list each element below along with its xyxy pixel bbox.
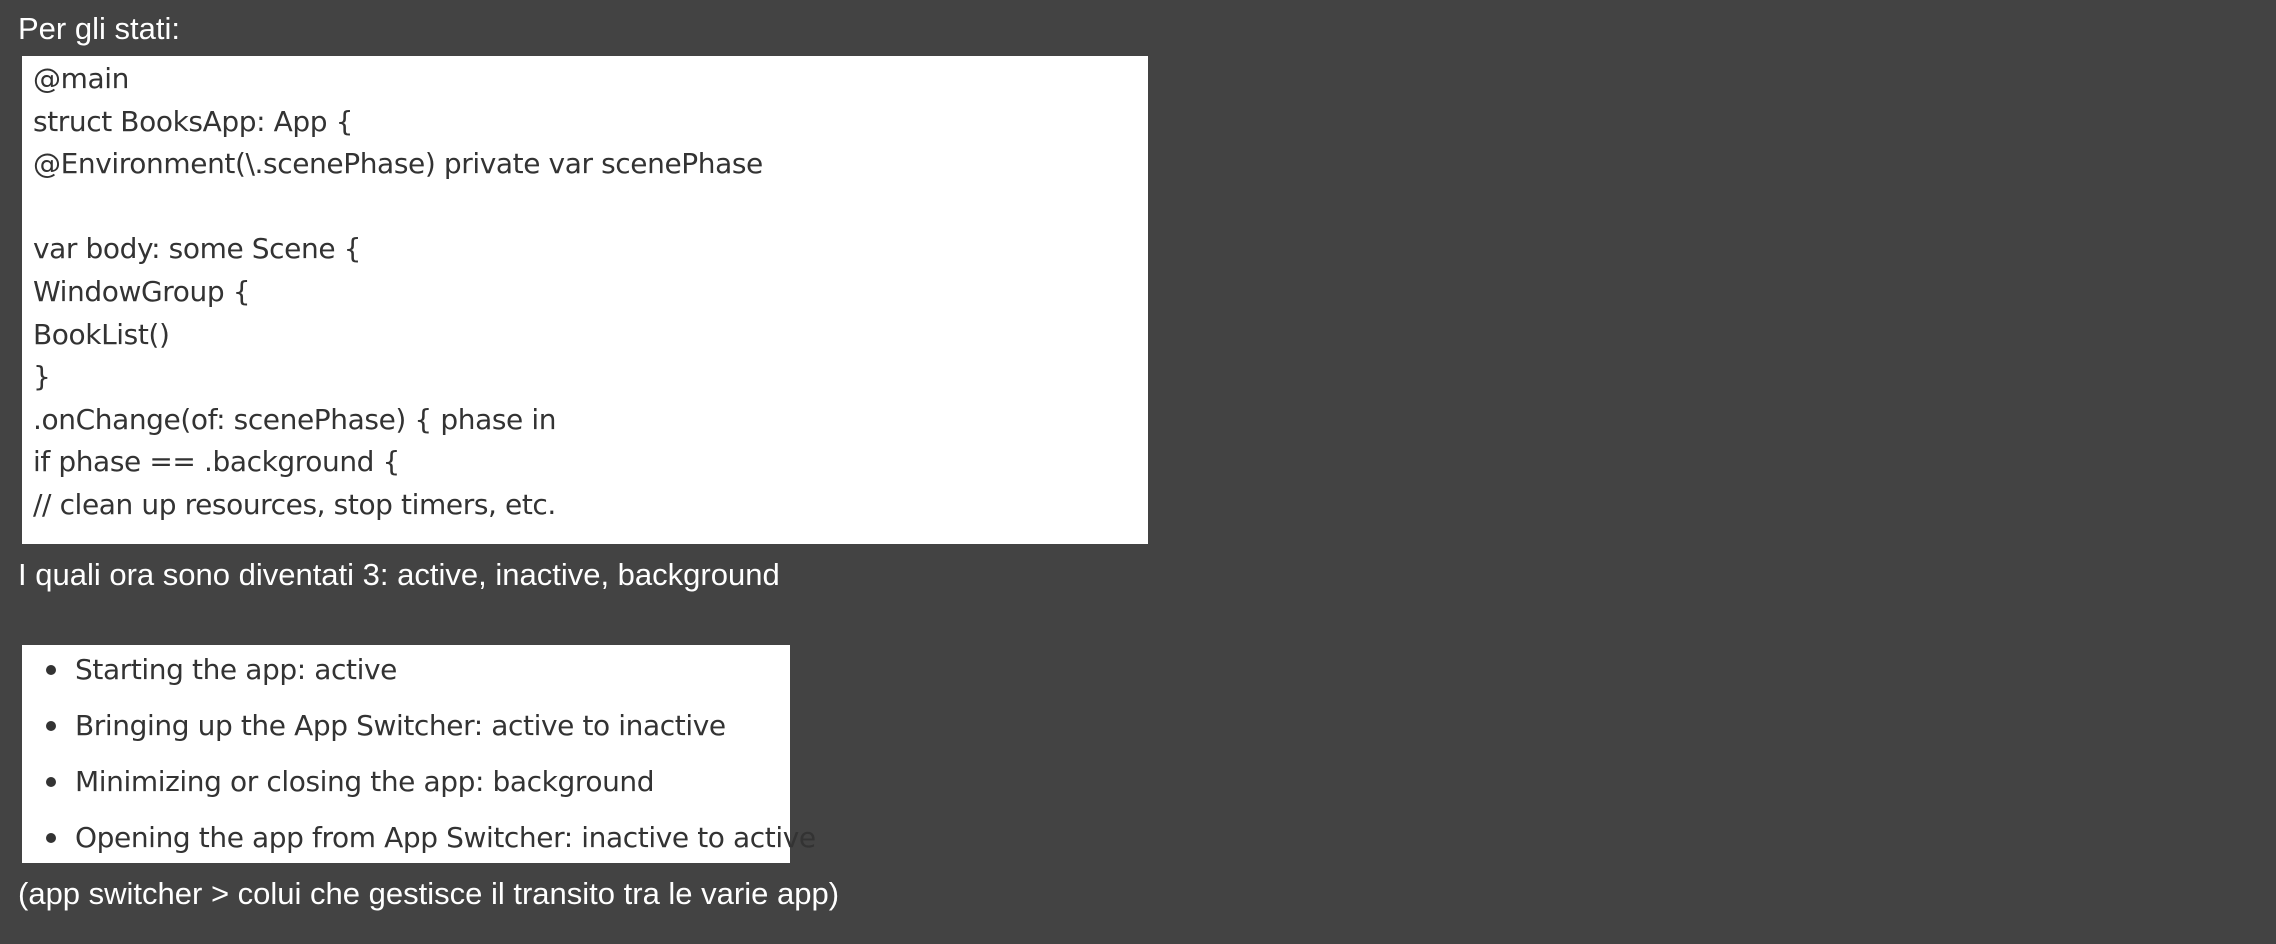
- bullet-icon: [46, 777, 56, 787]
- code-line: @Environment(\.scenePhase) private var s…: [33, 147, 763, 181]
- list-item: Starting the app: active: [22, 649, 790, 705]
- bullet-icon: [46, 833, 56, 843]
- states-summary-heading: I quali ora sono diventati 3: active, in…: [18, 557, 780, 592]
- state-transitions-list: Starting the app: active Bringing up the…: [22, 645, 816, 863]
- app-switcher-note: (app switcher > colui che gestisce il tr…: [18, 876, 840, 911]
- code-line: var body: some Scene {: [33, 232, 362, 266]
- code-line: BookList(): [33, 317, 170, 351]
- bullet-icon: [46, 665, 56, 675]
- list-item-text: Opening the app from App Switcher: inact…: [75, 821, 816, 854]
- section-heading-states: Per gli stati:: [18, 11, 180, 46]
- code-line: @main: [33, 62, 129, 95]
- list-item-text: Bringing up the App Switcher: active to …: [75, 709, 726, 742]
- list-item-text: Minimizing or closing the app: backgroun…: [75, 765, 655, 798]
- bullet-icon: [46, 721, 56, 731]
- code-line: }: [33, 360, 51, 394]
- code-line: if phase == .background {: [33, 445, 400, 479]
- code-line: .onChange(of: scenePhase) { phase in: [33, 402, 557, 436]
- code-line: // clean up resources, stop timers, etc.: [33, 487, 556, 521]
- code-line: struct BooksApp: App {: [33, 104, 354, 138]
- list-item: Bringing up the App Switcher: active to …: [22, 705, 790, 761]
- list-item-text: Starting the app: active: [75, 653, 397, 686]
- code-snippet: @main struct BooksApp: App { @Environmen…: [22, 56, 1148, 544]
- list-item: Opening the app from App Switcher: inact…: [22, 817, 816, 873]
- code-line: WindowGroup {: [33, 274, 251, 308]
- list-item: Minimizing or closing the app: backgroun…: [22, 761, 790, 817]
